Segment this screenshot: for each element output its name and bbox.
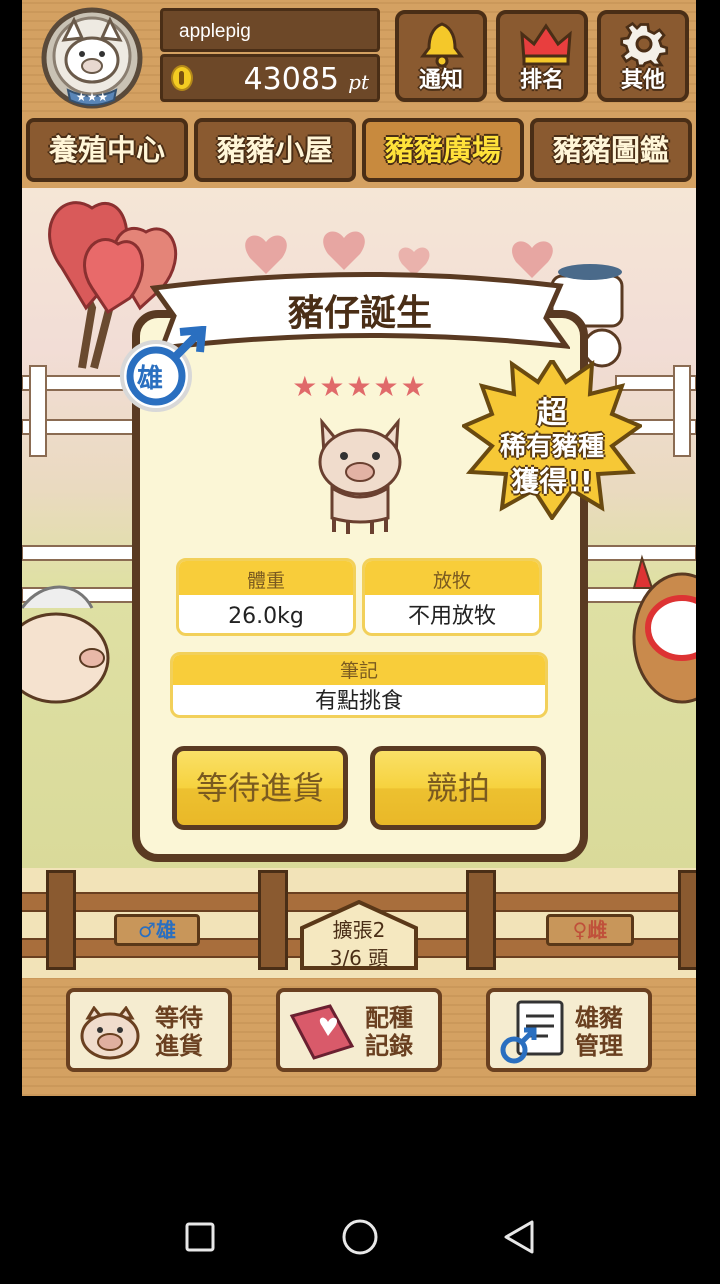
fence-post [258,870,288,970]
auction-button[interactable]: 競拍 [370,746,546,830]
other-button[interactable]: 其他 [597,10,689,102]
weight-value: 26.0kg [228,604,304,629]
svg-text:★★★: ★★★ [76,90,108,104]
female-pen-sign[interactable]: ♀雌 [546,914,634,946]
male-pen-sign[interactable]: ♂雄 [114,914,200,946]
points-unit: pt [348,70,369,94]
tab-pig-encyclopedia[interactable]: 豬豬圖鑑 [530,118,692,182]
male-badge: 雄 [114,325,210,414]
graze-value: 不用放牧 [407,604,496,629]
breeding-record-label: 配種記錄 [365,1004,413,1060]
points-box: 43085 pt [160,54,380,102]
wait-stock-label: 等待進貨 [155,1004,203,1060]
home-icon[interactable] [342,1219,378,1255]
bottom-bar: 等待進貨 配種記錄 雄豬管理 [22,978,696,1096]
fence-post [46,870,76,970]
recent-apps-icon[interactable] [185,1222,215,1252]
piglet-sprite [318,417,402,534]
rarity-stars: ★★★★★ [292,370,428,403]
pig-face-icon [80,1006,140,1060]
wait-stock-dialog-button[interactable]: 等待進貨 [172,746,348,830]
player-avatar[interactable]: ★★★ [34,6,152,110]
tab-pig-plaza[interactable]: 豬豬廣場 [362,118,524,182]
graze-field: 放牧 不用放牧 [362,558,542,636]
boar-management-label: 雄豬管理 [575,1004,623,1060]
expand-label: 擴張2 [332,918,386,942]
notify-label: 通知 [418,68,463,93]
wait-stock-button[interactable]: 等待進貨 [66,988,232,1072]
tab-bar: 養殖中心 豬豬小屋 豬豬廣場 豬豬圖鑑 [22,112,696,188]
rare-line-3: 獲得!! [511,465,593,498]
player-name: applepig [179,21,251,42]
points-value: 43085 [243,62,339,97]
rare-line-2: 稀有豬種 [499,432,604,462]
ranking-label: 排名 [519,68,564,93]
super-rare-badge: 超 稀有豬種 獲得!! [462,360,642,520]
system-nav-bar [0,1190,720,1280]
fence-post [678,870,696,970]
dialog-title: 豬仔誕生 [287,293,432,334]
gender-label: 雄 [137,364,164,394]
note-field: 筆記 有點挑食 [170,652,548,718]
weight-field: 體重 26.0kg [176,558,356,636]
pig-count: 3/6 頭 [329,946,389,970]
back-icon[interactable] [504,1220,534,1254]
record-book-icon [289,1004,355,1060]
tab-pig-house[interactable]: 豬豬小屋 [194,118,356,182]
top-bar: ★★★ applepig 43085 pt 通知 排名 其他 [22,0,696,112]
coin-icon [171,65,193,91]
notify-button[interactable]: 通知 [395,10,487,102]
weight-label: 體重 [179,561,353,595]
note-label: 筆記 [173,655,545,685]
boar-management-button[interactable]: 雄豬管理 [486,988,652,1072]
tab-breeding-center[interactable]: 養殖中心 [26,118,188,182]
breeding-record-button[interactable]: 配種記錄 [276,988,442,1072]
note-value: 有點挑食 [314,689,403,714]
other-label: 其他 [620,68,665,93]
clipboard-male-icon [500,1000,564,1064]
pen-expand-sign[interactable]: 擴張2 3/6 頭 [294,900,424,970]
fence-post [466,870,496,970]
ranking-button[interactable]: 排名 [496,10,588,102]
player-name-box: applepig [160,8,380,52]
graze-label: 放牧 [365,561,539,595]
